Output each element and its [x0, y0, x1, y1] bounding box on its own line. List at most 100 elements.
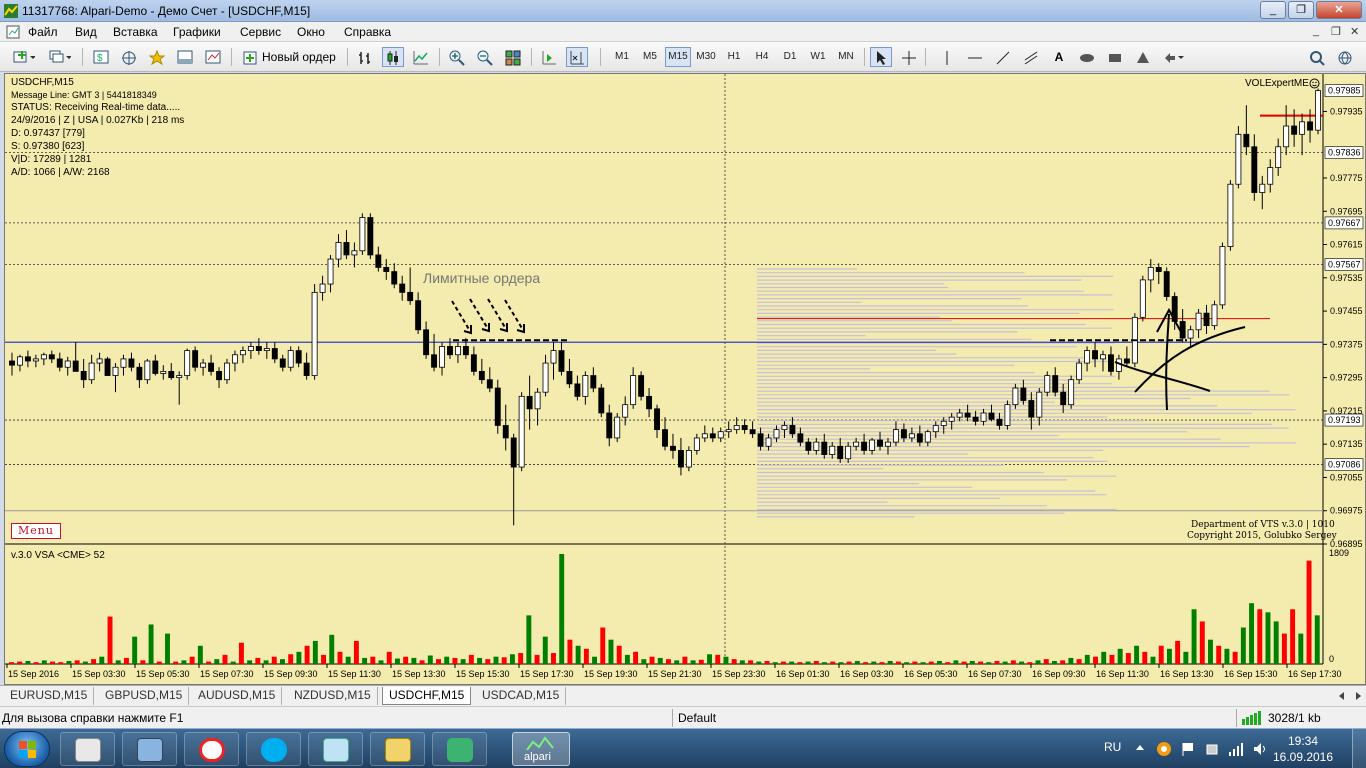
start-button[interactable] [4, 731, 50, 767]
volume-bar [1191, 609, 1197, 664]
menu-charts[interactable]: Графики [173, 25, 221, 39]
tester-button[interactable] [202, 47, 224, 67]
menu-tools[interactable]: Сервис [240, 25, 281, 39]
toolbar-separator [231, 48, 232, 66]
candle-body [1291, 125, 1298, 135]
candle-body [1068, 379, 1075, 406]
show-desktop-button[interactable] [1352, 729, 1366, 768]
timeframe-m30-button[interactable]: M30 [693, 47, 719, 67]
language-indicator[interactable]: RU [1104, 740, 1121, 754]
menu-button[interactable]: Menu [11, 523, 61, 539]
community-icon[interactable] [1334, 47, 1356, 67]
rectangle-tool-button[interactable] [1104, 47, 1126, 67]
taskbar-yandex-browser[interactable] [184, 732, 239, 766]
tab-audusd[interactable]: AUDUSD,M15 [192, 687, 283, 705]
taskbar-calculator[interactable] [60, 732, 115, 766]
candle-body [574, 383, 581, 397]
zoom-in-button[interactable] [446, 47, 468, 67]
candlestick-chart-button[interactable] [382, 47, 404, 67]
volume-icon[interactable] [1252, 741, 1268, 757]
volume-bar [509, 654, 515, 664]
candle-body [1187, 329, 1194, 339]
search-icon[interactable] [1306, 47, 1328, 67]
price-chart[interactable]: 0.97935 0.97775 0.97695 0.97615 0.97535 0.974… [5, 74, 1365, 684]
auto-scroll-button[interactable] [538, 47, 560, 67]
tab-scroll-left-icon[interactable] [1336, 690, 1348, 702]
profile-name[interactable]: Default [678, 711, 716, 725]
taskbar-explorer[interactable] [370, 732, 425, 766]
restore-button[interactable]: ❐ [1288, 1, 1314, 19]
new-order-button[interactable]: Новый ордер [238, 47, 342, 67]
tab-gbpusd[interactable]: GBPUSD,M15 [99, 687, 190, 705]
trendline-tool-button[interactable] [992, 47, 1014, 67]
close-button[interactable]: ✕ [1316, 1, 1362, 19]
chart-shift-button[interactable] [566, 47, 588, 67]
tray-flag-icon[interactable] [1180, 741, 1196, 757]
market-watch-button[interactable]: $ [90, 47, 112, 67]
text-tool-button[interactable]: A [1048, 47, 1070, 67]
new-chart-button[interactable] [8, 47, 40, 67]
connection-status-icon[interactable] [1242, 711, 1266, 725]
volume-bar [329, 634, 335, 664]
triangle-tool-button[interactable] [1132, 47, 1154, 67]
timeframe-w1-button[interactable]: W1 [805, 47, 831, 67]
timeframe-d1-button[interactable]: D1 [777, 47, 803, 67]
terminal-button[interactable] [174, 47, 196, 67]
timeframe-m5-button[interactable]: M5 [637, 47, 663, 67]
tray-expand-icon[interactable] [1134, 742, 1146, 754]
crosshair-tool-button[interactable] [898, 47, 920, 67]
taskbar-skype[interactable] [246, 732, 301, 766]
alpari-label: alpari [524, 751, 551, 763]
tab-usdcad[interactable]: USDCAD,M15 [476, 687, 567, 705]
profiles-button[interactable] [44, 47, 76, 67]
taskbar-qip[interactable] [432, 732, 487, 766]
menu-view[interactable]: Вид [75, 25, 97, 39]
tab-scroll-right-icon[interactable] [1352, 690, 1364, 702]
timeframe-mn-button[interactable]: MN [833, 47, 859, 67]
mdi-restore-button[interactable]: ❐ [1331, 25, 1341, 38]
arrows-tool-button[interactable] [1158, 47, 1190, 67]
time-tick-label: 15 Sep 11:30 [328, 669, 381, 679]
zoom-out-button[interactable] [474, 47, 496, 67]
menu-file[interactable]: Файл [28, 25, 58, 39]
channel-tool-button[interactable] [1020, 47, 1042, 67]
menu-help[interactable]: Справка [344, 25, 391, 39]
tile-windows-button[interactable] [502, 47, 524, 67]
volume-bar [99, 656, 105, 664]
volume-bar [707, 654, 712, 664]
system-clock[interactable]: 19:34 16.09.2016 [1268, 733, 1338, 765]
tray-device-icon[interactable] [1204, 741, 1220, 757]
timeframe-h4-button[interactable]: H4 [749, 47, 775, 67]
horizontal-line-tool-button[interactable] [964, 47, 986, 67]
taskbar-network[interactable] [122, 732, 177, 766]
mdi-close-button[interactable]: ✕ [1350, 25, 1359, 38]
candle-body [494, 387, 501, 426]
taskbar-alpari-terminal[interactable]: alpari [512, 732, 570, 766]
tab-nzdusd[interactable]: NZDUSD,M15 [288, 687, 378, 705]
vertical-line-tool-button[interactable] [936, 47, 958, 67]
favorites-button[interactable] [146, 47, 168, 67]
timeframe-m15-button[interactable]: M15 [665, 47, 691, 67]
menu-window[interactable]: Окно [297, 25, 325, 39]
candle-body [136, 366, 143, 381]
ellipse-tool-button[interactable] [1076, 47, 1098, 67]
network-tray-icon[interactable] [1228, 741, 1244, 757]
tab-eurusd[interactable]: EURUSD,M15 [4, 687, 95, 705]
chart-window[interactable]: 0.97935 0.97775 0.97695 0.97615 0.97535 0.974… [4, 73, 1366, 685]
mdi-minimize-button[interactable]: _ [1313, 25, 1319, 37]
bar-chart-button[interactable] [354, 47, 376, 67]
cursor-tool-button[interactable] [870, 47, 892, 67]
minimize-button[interactable]: _ [1260, 1, 1286, 19]
candle-body [32, 358, 39, 362]
expert-smiley-icon[interactable] [1309, 78, 1320, 89]
tray-app-icon[interactable] [1156, 741, 1172, 757]
navigator-button[interactable] [118, 47, 140, 67]
timeframe-m1-button[interactable]: M1 [609, 47, 635, 67]
menu-insert[interactable]: Вставка [113, 25, 158, 39]
line-chart-button[interactable] [410, 47, 432, 67]
tab-usdchf[interactable]: USDCHF,M15 [382, 687, 472, 705]
candle-body [614, 416, 621, 439]
candle-body [510, 437, 517, 468]
taskbar-notepad[interactable] [308, 732, 363, 766]
timeframe-h1-button[interactable]: H1 [721, 47, 747, 67]
